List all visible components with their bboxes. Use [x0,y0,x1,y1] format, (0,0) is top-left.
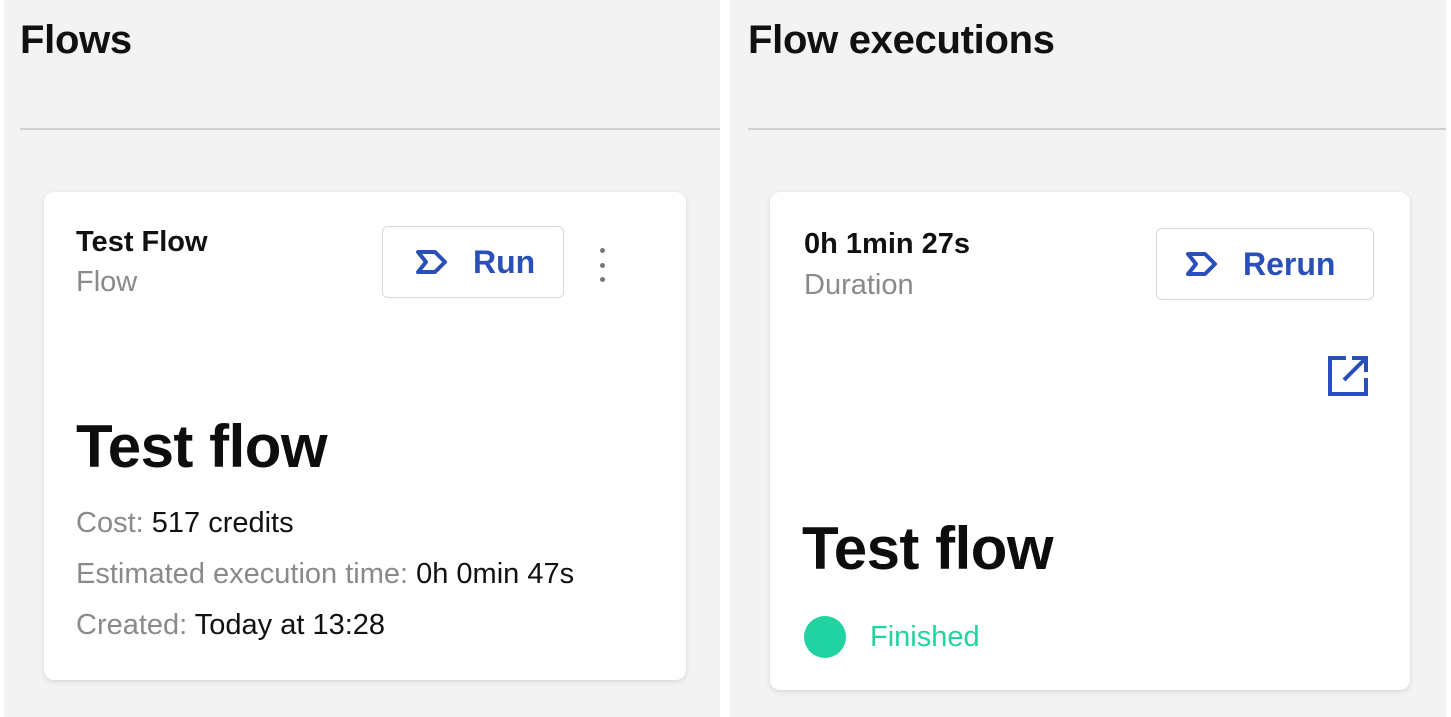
execution-duration-value: 0h 1min 27s [804,228,971,260]
estimated-time-line: Estimated execution time: 0h 0min 47s [76,558,574,591]
flow-card-type: Flow [76,266,138,298]
rerun-button[interactable]: Rerun [1156,228,1374,300]
cost-line: Cost: 517 credits [76,507,294,540]
flows-panel: Flows Test Flow Flow Run Test flow Cost:… [4,0,720,717]
execution-big-title: Test flow [802,515,1054,582]
run-button[interactable]: Run [382,226,564,298]
created-line: Created: Today at 13:28 [76,609,385,642]
panel-gutter [720,0,730,717]
rerun-button-label: Rerun [1243,245,1336,282]
executions-panel-divider [748,128,1446,130]
play-chevron-icon [415,247,449,277]
more-vertical-icon[interactable] [592,248,612,282]
flow-card[interactable]: Test Flow Flow Run Test flow Cost: 517 c… [44,192,686,680]
flows-panel-title: Flows [20,18,132,62]
estimated-time-value: 0h 0min 47s [416,558,575,590]
created-value: Today at 13:28 [194,609,386,641]
cost-label: Cost: [76,507,144,539]
execution-duration-label: Duration [804,269,914,301]
flow-big-title: Test flow [76,413,328,480]
flow-card-name: Test Flow [76,226,208,258]
run-button-label: Run [473,243,536,280]
estimated-time-label: Estimated execution time: [76,558,409,590]
play-chevron-icon [1185,249,1219,279]
status-text: Finished [870,620,980,653]
status-dot [804,616,846,658]
execution-status: Finished [804,616,980,658]
cost-value: 517 credits [151,507,294,539]
created-label: Created: [76,609,188,641]
flows-panel-divider [20,128,720,130]
flow-executions-panel: Flow executions 0h 1min 27s Duration Rer… [730,0,1446,717]
open-external-icon[interactable] [1326,354,1370,398]
executions-panel-title: Flow executions [748,18,1055,62]
execution-card[interactable]: 0h 1min 27s Duration Rerun Test flow Fin… [770,192,1410,690]
